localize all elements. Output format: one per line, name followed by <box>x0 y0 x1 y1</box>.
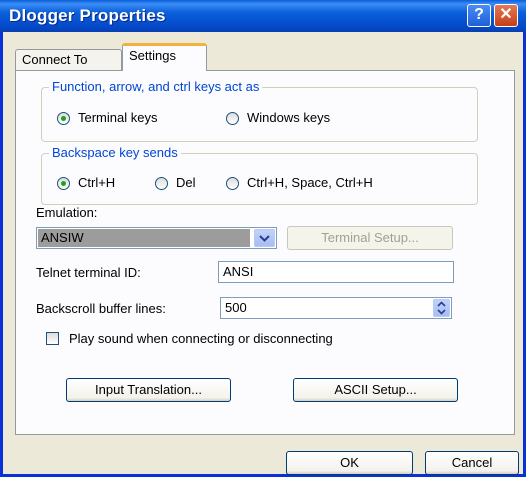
cancel-button[interactable]: Cancel <box>425 451 519 475</box>
emulation-value: ANSIW <box>38 229 250 247</box>
spinner[interactable] <box>433 299 450 317</box>
spinner-arrows-icon <box>437 301 446 315</box>
input-translation-button[interactable]: Input Translation... <box>66 378 231 402</box>
radio-terminal-keys[interactable]: Terminal keys <box>57 110 157 126</box>
radio-unselected-icon <box>226 176 239 190</box>
backscroll-label: Backscroll buffer lines: <box>36 301 166 316</box>
emulation-select[interactable]: ANSIW <box>36 227 277 249</box>
radio-label: Ctrl+H <box>78 175 116 190</box>
radio-unselected-icon <box>226 111 239 125</box>
radio-label: Terminal keys <box>78 110 158 125</box>
backspace-group: Backspace key sends Ctrl+H Del Ctrl+H, S… <box>41 145 478 205</box>
radio-label: Ctrl+H, Space, Ctrl+H <box>247 175 373 190</box>
radio-selected-icon <box>57 176 70 190</box>
ok-button[interactable]: OK <box>286 451 413 475</box>
help-button[interactable]: ? <box>467 4 491 27</box>
backspace-group-label: Backspace key sends <box>49 145 181 161</box>
radio-ctrl-h-space[interactable]: Ctrl+H, Space, Ctrl+H <box>226 175 373 191</box>
backscroll-input[interactable]: 500 <box>220 297 452 319</box>
dialog-window: Dlogger Properties ? ✕ Connect To Settin… <box>0 0 526 477</box>
radio-label: Windows keys <box>247 110 331 125</box>
play-sound-label: Play sound when connecting or disconnect… <box>69 331 333 346</box>
emulation-label: Emulation: <box>36 205 98 220</box>
tab-label: Connect To <box>22 52 88 67</box>
chevron-down-icon <box>259 234 270 242</box>
radio-windows-keys[interactable]: Windows keys <box>226 110 330 126</box>
terminal-setup-button[interactable]: Terminal Setup... <box>287 226 453 250</box>
radio-label: Del <box>176 175 196 190</box>
radio-unselected-icon <box>155 176 168 190</box>
ascii-setup-button[interactable]: ASCII Setup... <box>293 378 458 402</box>
tab-label: Settings <box>129 48 176 63</box>
telnet-label: Telnet terminal ID: <box>36 265 141 280</box>
radio-selected-icon <box>57 111 70 125</box>
dropdown-button[interactable] <box>254 229 275 247</box>
title-bar[interactable]: Dlogger Properties ? ✕ <box>0 0 526 32</box>
help-icon: ? <box>474 6 484 23</box>
close-icon: ✕ <box>499 6 513 23</box>
telnet-id-input[interactable]: ANSI <box>218 261 454 283</box>
tab-settings[interactable]: Settings <box>122 43 207 71</box>
window-title: Dlogger Properties <box>9 6 166 25</box>
play-sound-checkbox[interactable] <box>46 332 59 345</box>
close-button[interactable]: ✕ <box>494 4 518 27</box>
function-keys-group: Function, arrow, and ctrl keys act as Te… <box>41 79 478 142</box>
function-keys-group-label: Function, arrow, and ctrl keys act as <box>49 79 263 95</box>
radio-del[interactable]: Del <box>155 175 196 191</box>
tab-connect-to[interactable]: Connect To <box>15 49 122 71</box>
radio-ctrl-h[interactable]: Ctrl+H <box>57 175 115 191</box>
